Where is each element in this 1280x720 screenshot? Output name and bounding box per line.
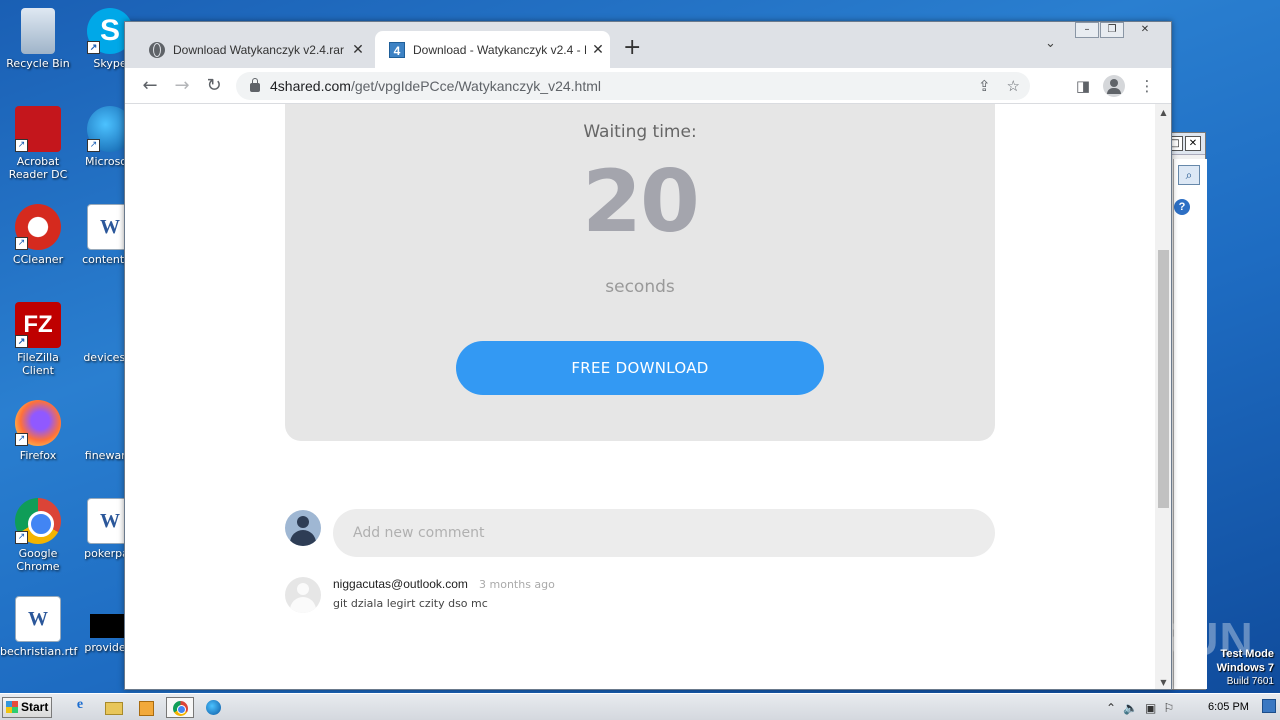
- shortcut-arrow-icon: ↗: [15, 531, 28, 544]
- waiting-time-label: Waiting time:: [583, 122, 697, 142]
- current-user-avatar: [285, 510, 321, 546]
- start-label: Start: [21, 700, 49, 714]
- show-hidden-icons-icon[interactable]: ⌃: [1106, 701, 1116, 715]
- desktop-icon-label: FileZilla Client: [17, 351, 59, 377]
- desktop-icon-label: Recycle Bin: [6, 57, 70, 70]
- shortcut-arrow-icon: ↗: [15, 237, 28, 250]
- scroll-down-arrow-icon[interactable]: ▼: [1155, 674, 1171, 689]
- shortcut-arrow-icon: ↗: [15, 335, 28, 348]
- tab-download-4shared[interactable]: 4 Download - Watykanczyk v2.4 - Dov ✕: [375, 31, 610, 68]
- media-player-icon[interactable]: [132, 697, 160, 718]
- action-center-flag-icon[interactable]: ⚐: [1163, 701, 1174, 715]
- start-button[interactable]: Start: [2, 697, 52, 718]
- close-tab-icon[interactable]: ✕: [346, 41, 370, 58]
- internet-explorer-icon[interactable]: e: [66, 697, 94, 718]
- desktop-icon-google-chrome[interactable]: ↗ Google Chrome: [0, 498, 76, 573]
- side-panel-icon[interactable]: ◨: [1069, 68, 1097, 104]
- lock-icon[interactable]: [250, 77, 260, 92]
- firefox-icon: ↗: [15, 400, 61, 446]
- system-tray: ⌃ 🔈 ▣ ⚐: [1106, 694, 1174, 720]
- shortcut-arrow-icon: ↗: [15, 139, 28, 152]
- page-scrollbar[interactable]: ▲ ▼: [1155, 104, 1171, 689]
- desktop-icon-label: CCleaner: [12, 253, 64, 266]
- address-bar-actions: ⇪ ☆: [978, 72, 1020, 100]
- page-viewport: Waiting time: 20 seconds FREE DOWNLOAD n…: [125, 104, 1155, 689]
- help-icon[interactable]: ?: [1174, 199, 1190, 215]
- acrobat-icon: ↗: [15, 106, 61, 152]
- file-explorer-icon[interactable]: [99, 697, 127, 718]
- filezilla-icon: FZ ↗: [15, 302, 61, 348]
- new-tab-button[interactable]: +: [623, 35, 641, 60]
- profile-avatar-icon: [1103, 75, 1125, 97]
- close-window-icon[interactable]: ✕: [1125, 22, 1165, 38]
- test-mode-line: Test Mode: [1220, 648, 1274, 660]
- menu-kebab-icon[interactable]: ⋮: [1133, 68, 1161, 104]
- shortcut-arrow-icon: ↗: [87, 139, 100, 152]
- comment-author[interactable]: niggacutas@outlook.com: [333, 577, 468, 591]
- search-icon[interactable]: ⌕: [1178, 165, 1200, 185]
- browser-toolbar: ← → ↻ 4shared.com/get/vpgIdePCce/Watykan…: [125, 68, 1171, 104]
- reload-icon[interactable]: ↻: [198, 70, 230, 102]
- chrome-icon: ↗: [15, 498, 61, 544]
- back-arrow-icon[interactable]: ←: [134, 70, 166, 102]
- windows-version-line: Windows 7: [1216, 662, 1274, 674]
- close-tab-icon[interactable]: ✕: [586, 41, 610, 58]
- globe-icon: [149, 41, 165, 58]
- browser-window: Download Watykanczyk v2.4.rar | A ✕ 4 Do…: [124, 21, 1172, 690]
- tab-title: Download Watykanczyk v2.4.rar | A: [173, 42, 346, 57]
- countdown-seconds: 20: [582, 152, 700, 252]
- network-icon[interactable]: ▣: [1145, 701, 1156, 715]
- share-icon[interactable]: ⇪: [978, 77, 991, 95]
- show-desktop-button[interactable]: [1262, 699, 1276, 713]
- background-window-panel: ⌕ ?: [1173, 159, 1207, 689]
- restore-icon[interactable]: ❐: [1100, 22, 1124, 38]
- desktop-icon-firefox[interactable]: ↗ Firefox: [0, 400, 76, 462]
- desktop-icon-acrobat[interactable]: ↗ Acrobat Reader DC: [0, 106, 76, 181]
- ccleaner-icon: ↗: [15, 204, 61, 250]
- 4shared-icon: 4: [389, 41, 405, 58]
- test-mode-notice: Test Mode Windows 7 Build 7601: [1217, 647, 1274, 689]
- windows-logo-icon: [6, 701, 18, 713]
- desktop-icon-label: Acrobat Reader DC: [8, 155, 68, 181]
- shortcut-arrow-icon: ↗: [15, 433, 28, 446]
- forward-arrow-icon[interactable]: →: [166, 70, 198, 102]
- tab-strip: Download Watykanczyk v2.4.rar | A ✕ 4 Do…: [125, 22, 1171, 68]
- comment-timestamp: 3 months ago: [479, 578, 555, 591]
- recycle-bin-icon: [21, 8, 55, 54]
- address-bar[interactable]: 4shared.com/get/vpgIdePCce/Watykanczyk_v…: [236, 72, 1030, 100]
- profile-button[interactable]: [1100, 68, 1128, 104]
- countdown-unit: seconds: [605, 277, 675, 297]
- taskbar: Start e ⌃ 🔈 ▣ ⚐ 6:05 PM: [0, 693, 1280, 720]
- commenter-avatar: [285, 577, 321, 613]
- scroll-up-arrow-icon[interactable]: ▲: [1155, 104, 1171, 121]
- taskbar-clock[interactable]: 6:05 PM: [1208, 701, 1249, 713]
- desktop-icon-label: Firefox: [19, 449, 57, 462]
- edge-taskbar-icon[interactable]: [200, 697, 228, 718]
- desktop-icon-ccleaner[interactable]: ↗ CCleaner: [0, 204, 76, 266]
- volume-icon[interactable]: 🔈: [1123, 701, 1138, 715]
- word-document-icon: W: [15, 596, 61, 642]
- desktop-icon-bechristian[interactable]: W bechristian.rtf: [0, 596, 78, 658]
- comment-body: git dziala legirt czity dso mc: [333, 597, 488, 610]
- waiting-time-card: Waiting time: 20 seconds FREE DOWNLOAD: [285, 104, 995, 441]
- add-comment-input[interactable]: [333, 509, 995, 557]
- bookmark-star-icon[interactable]: ☆: [1007, 77, 1020, 95]
- url-path: /get/vpgIdePCce/Watykanczyk_v24.html: [350, 78, 601, 94]
- tab-download-rar[interactable]: Download Watykanczyk v2.4.rar | A ✕: [135, 31, 370, 68]
- build-number-line: Build 7601: [1226, 676, 1274, 687]
- tab-search-chevron-icon[interactable]: ⌄: [1045, 36, 1056, 51]
- desktop-icon-label: Google Chrome: [16, 547, 60, 573]
- close-icon[interactable]: ✕: [1185, 136, 1201, 151]
- url-domain: 4shared.com: [270, 78, 351, 94]
- tab-title: Download - Watykanczyk v2.4 - Dov: [413, 42, 586, 57]
- scrollbar-thumb[interactable]: [1158, 250, 1169, 508]
- minimize-icon[interactable]: –: [1075, 22, 1099, 38]
- shortcut-arrow-icon: ↗: [87, 41, 100, 54]
- free-download-button[interactable]: FREE DOWNLOAD: [456, 341, 824, 395]
- chrome-taskbar-icon[interactable]: [166, 697, 194, 718]
- desktop-icon-label: bechristian.rtf: [0, 645, 78, 658]
- desktop-icon-filezilla[interactable]: FZ ↗ FileZilla Client: [0, 302, 76, 377]
- desktop-icon-recycle-bin[interactable]: Recycle Bin: [0, 8, 76, 70]
